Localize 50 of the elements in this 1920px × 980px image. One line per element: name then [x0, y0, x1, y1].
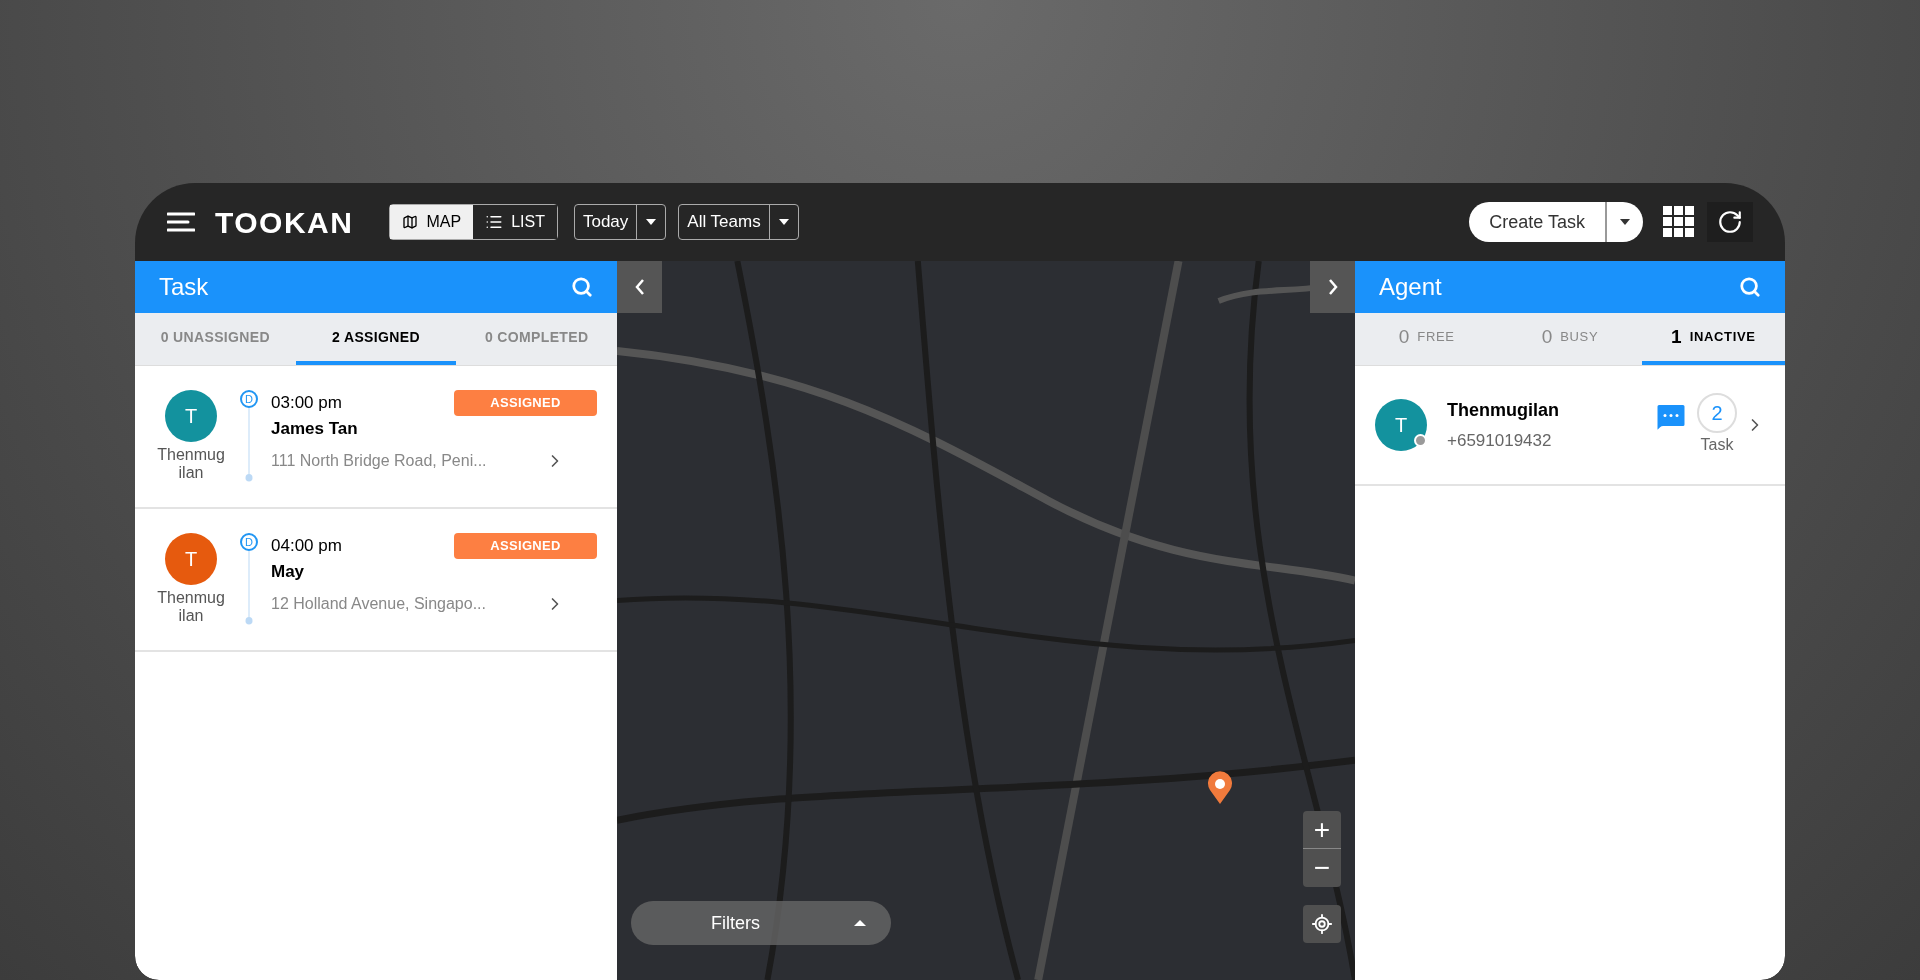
avatar: T [165, 533, 217, 585]
search-icon[interactable] [571, 276, 593, 298]
team-label: All Teams [686, 211, 762, 234]
caret-icon [777, 218, 790, 226]
locate-icon [1311, 913, 1333, 935]
delivery-marker: D [240, 390, 258, 408]
map-icon [402, 214, 419, 230]
panel-title: Agent [1379, 272, 1442, 302]
date-label: Today [581, 211, 630, 234]
zoom-in-button[interactable]: + [1303, 811, 1341, 849]
delivery-marker: D [240, 533, 258, 551]
agent-name: Thenmug ilan [156, 446, 226, 482]
status-badge: ASSIGNED [454, 533, 597, 559]
customer-name: James Tan [271, 417, 359, 440]
logo: TOOKAN [215, 204, 354, 241]
refresh-button[interactable] [1707, 202, 1753, 242]
task-time: 04:00 pm [271, 535, 342, 557]
apps-grid-icon[interactable] [1663, 206, 1695, 238]
menu-icon[interactable] [167, 212, 195, 232]
chevron-left-icon [634, 279, 645, 295]
task-time: 03:00 pm [271, 392, 342, 414]
caret-icon [645, 218, 658, 226]
map-pin-icon [1207, 771, 1233, 805]
agent-name: Thenmug ilan [156, 589, 226, 625]
refresh-icon [1717, 209, 1743, 235]
task-address: 12 Holland Avenue, Singapo... [271, 594, 486, 614]
avatar: T [1375, 399, 1427, 451]
agent-phone: +6591019432 [1447, 429, 1553, 452]
collapse-right-button[interactable] [1310, 261, 1355, 313]
list-icon [485, 213, 504, 231]
team-dropdown[interactable]: All Teams [678, 204, 799, 240]
agent-tab[interactable]: 1 INACTIVE [1641, 313, 1785, 365]
agent-name: Thenmugilan [1447, 398, 1560, 422]
caret-icon [1619, 218, 1631, 226]
customer-name: May [271, 560, 306, 583]
avatar: T [165, 390, 217, 442]
view-toggle-tab[interactable]: MAP [390, 205, 474, 239]
task-count-label: Task [1700, 435, 1734, 455]
panel-title: Task [159, 272, 209, 302]
search-icon[interactable] [1739, 276, 1761, 298]
zoom-out-button[interactable]: − [1303, 849, 1341, 887]
chevron-right-icon [1327, 279, 1338, 295]
date-dropdown[interactable]: Today [573, 204, 667, 240]
locate-button[interactable] [1303, 905, 1341, 943]
caret-up-icon [853, 919, 867, 927]
agent-card[interactable]: T Thenmugilan +6591019432 2 Task [1355, 366, 1785, 486]
filters-button[interactable]: Filters [631, 901, 891, 945]
status-badge: ASSIGNED [454, 390, 597, 416]
collapse-left-button[interactable] [617, 261, 662, 313]
task-address: 111 North Bridge Road, Peni... [271, 451, 487, 471]
